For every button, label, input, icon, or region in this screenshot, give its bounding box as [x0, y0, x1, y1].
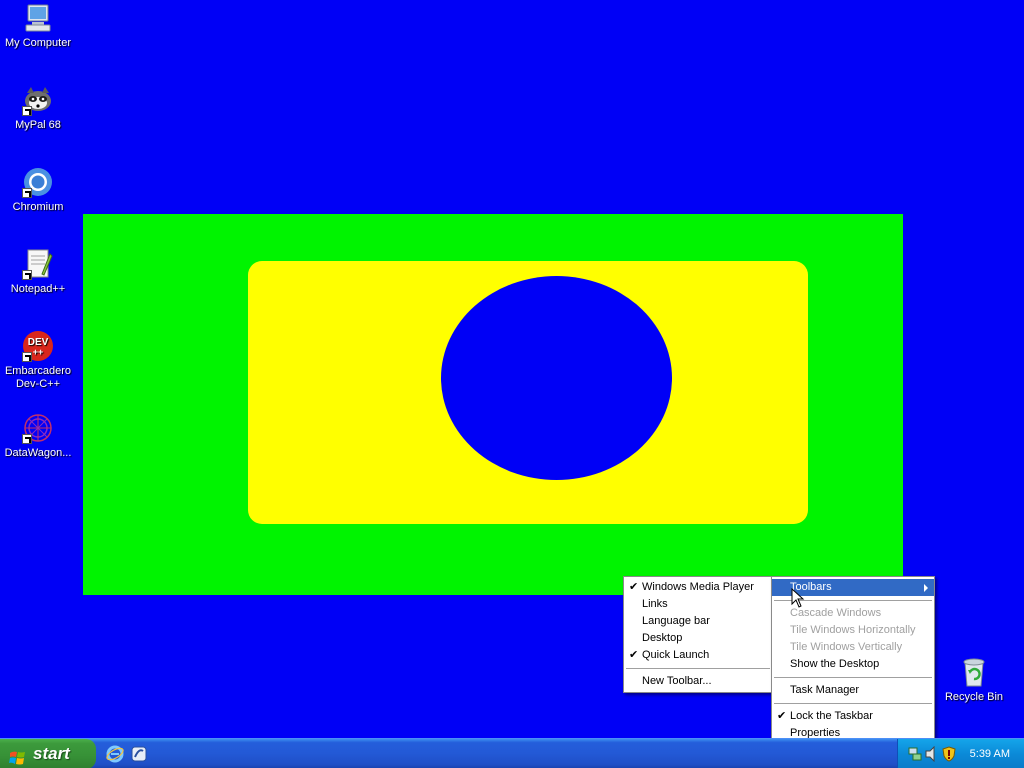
check-icon: ✔ [629, 581, 639, 593]
desktop-icon-label: Embarcadero Dev-C++ [4, 365, 72, 390]
toolbars-submenu: ✔ Windows Media Player Links Language ba… [623, 576, 773, 693]
dev-icon-text-bottom: ++ [33, 347, 44, 357]
start-button[interactable]: start [0, 739, 96, 768]
recycle-bin-icon [958, 656, 990, 688]
desktop-icon-dev-cpp[interactable]: DEV ++ Embarcadero Dev-C++ [0, 330, 76, 391]
desktop-icon-notepad-plus-plus[interactable]: Notepad++ [0, 248, 76, 296]
menu-item-label: Quick Launch [642, 649, 710, 661]
menu-item-quick-launch[interactable]: ✔ Quick Launch [624, 647, 772, 664]
menu-item-label: Windows Media Player [642, 581, 754, 593]
security-shield-icon[interactable] [942, 746, 956, 765]
menu-item-label: Desktop [642, 632, 683, 644]
menu-separator [774, 677, 932, 678]
desktop-icon-label: Recycle Bin [944, 691, 1004, 703]
internet-explorer-icon[interactable] [106, 744, 124, 767]
menu-item-label: Task Manager [790, 684, 860, 696]
menu-item-lock-taskbar[interactable]: ✔ Lock the Taskbar [772, 708, 934, 725]
desktop-icon-recycle-bin[interactable]: Recycle Bin [936, 656, 1012, 704]
menu-item-task-manager[interactable]: Task Manager [772, 682, 934, 699]
desktop-icon-datawagon[interactable]: DataWagon... [0, 412, 76, 460]
menu-item-language-bar[interactable]: Language bar [624, 613, 772, 630]
volume-icon[interactable] [925, 745, 939, 765]
windows-logo-icon [9, 746, 26, 765]
desktop-icon-label: MyPal 68 [15, 119, 61, 131]
chromium-icon [22, 166, 54, 198]
menu-item-label: Show the Desktop [790, 658, 880, 670]
menu-item-label: Lock the Taskbar [790, 710, 873, 722]
menu-item-label: Language bar [642, 615, 710, 627]
menu-item-show-desktop[interactable]: Show the Desktop [772, 656, 934, 673]
menu-item-tile-vertically[interactable]: Tile Windows Vertically [772, 639, 934, 656]
system-tray: 5:39 AM [897, 739, 1024, 768]
start-label: start [33, 744, 70, 763]
check-icon: ✔ [777, 710, 787, 722]
desktop-icon-label: My Computer [4, 37, 72, 49]
desktop-icon-label: Notepad++ [10, 283, 66, 295]
taskbar[interactable]: start 5:39 AM [0, 738, 1024, 768]
shortcut-arrow-icon [22, 270, 32, 280]
shortcut-arrow-icon [22, 106, 32, 116]
shortcut-arrow-icon [22, 434, 32, 444]
menu-item-label: Tile Windows Vertically [790, 641, 903, 653]
menu-item-desktop[interactable]: Desktop [624, 630, 772, 647]
desktop-icon-my-computer[interactable]: My Computer [0, 2, 76, 50]
menu-item-tile-horizontally[interactable]: Tile Windows Horizontally [772, 622, 934, 639]
my-computer-icon [22, 2, 54, 34]
desktop-icon-chromium[interactable]: Chromium [0, 166, 76, 214]
menu-item-windows-media-player[interactable]: ✔ Windows Media Player [624, 579, 772, 596]
submenu-arrow-icon [924, 584, 928, 592]
shortcut-arrow-icon [22, 352, 32, 362]
desktop-icon-label: DataWagon... [4, 447, 72, 459]
desktop-icon-label: Chromium [12, 201, 64, 213]
blue-ellipse [441, 276, 672, 480]
show-desktop-icon[interactable] [130, 745, 148, 766]
mypal-icon [22, 84, 54, 116]
shortcut-arrow-icon [22, 188, 32, 198]
menu-separator [626, 668, 770, 669]
network-icon[interactable] [908, 746, 922, 765]
menu-item-links[interactable]: Links [624, 596, 772, 613]
notepad-plus-plus-icon [22, 248, 54, 280]
check-icon: ✔ [629, 649, 639, 661]
menu-item-label: Links [642, 598, 668, 610]
mouse-cursor-icon [791, 587, 805, 611]
menu-item-label: Tile Windows Horizontally [790, 624, 916, 636]
menu-item-new-toolbar[interactable]: New Toolbar... [624, 673, 772, 690]
menu-item-label: New Toolbar... [642, 675, 712, 687]
desktop-icon-mypal[interactable]: MyPal 68 [0, 84, 76, 132]
datawagon-icon [22, 412, 54, 444]
dev-cpp-icon: DEV ++ [22, 330, 54, 362]
menu-separator [774, 703, 932, 704]
clock[interactable]: 5:39 AM [970, 739, 1010, 768]
